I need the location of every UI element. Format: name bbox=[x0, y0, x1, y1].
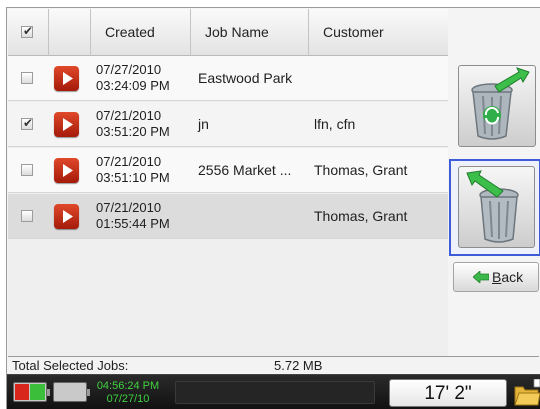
job-manager-window: ✔ Created Job Name Customer 07/27/2010 0… bbox=[6, 7, 540, 409]
measurement-display[interactable]: 17' 2" bbox=[389, 379, 507, 407]
row-checkbox[interactable] bbox=[21, 164, 33, 176]
job-name-cell: Eastwood Park bbox=[198, 70, 293, 86]
created-date: 07/21/2010 bbox=[96, 200, 162, 215]
created-time: 03:51:20 PM bbox=[96, 124, 170, 139]
play-job-icon[interactable] bbox=[54, 112, 79, 137]
job-name-cell: jn bbox=[198, 116, 209, 132]
header-select-cell: ✔ bbox=[8, 9, 49, 56]
total-selected-label: Total Selected Jobs: bbox=[12, 358, 129, 373]
customer-cell: Thomas, Grant bbox=[314, 162, 408, 178]
clock-time: 04:56:24 PM bbox=[96, 380, 160, 392]
row-checkbox[interactable]: ✔ bbox=[21, 116, 33, 130]
delete-job-button[interactable] bbox=[458, 166, 535, 248]
table-header: ✔ Created Job Name Customer bbox=[8, 9, 448, 56]
created-cell: 07/21/2010 03:51:10 PM bbox=[96, 154, 170, 186]
created-date: 07/27/2010 bbox=[96, 62, 162, 77]
back-button-label: Back bbox=[492, 269, 523, 285]
status-bar: 04:56:24 PM 07/27/10 17' 2" bbox=[7, 374, 540, 409]
delete-job-button-focus bbox=[449, 159, 540, 256]
battery-2-icon bbox=[53, 382, 90, 402]
green-left-arrow-icon bbox=[473, 271, 489, 283]
table-row[interactable]: 07/21/2010 01:55:44 PM Thomas, Grant bbox=[8, 194, 448, 239]
back-label-rest: ack bbox=[501, 269, 524, 285]
table-row[interactable]: ✔ 07/21/2010 03:51:20 PM jn lfn, cfn bbox=[8, 102, 448, 147]
created-time: 03:24:09 PM bbox=[96, 78, 170, 93]
clock-date: 07/27/10 bbox=[106, 393, 150, 405]
customer-cell: lfn, cfn bbox=[314, 116, 356, 132]
created-date: 07/21/2010 bbox=[96, 154, 162, 169]
header-created[interactable]: Created bbox=[91, 9, 191, 56]
table-row[interactable]: 07/27/2010 03:24:09 PM Eastwood Park bbox=[8, 56, 448, 101]
select-all-checkbox[interactable]: ✔ bbox=[21, 24, 33, 38]
customer-cell: Thomas, Grant bbox=[314, 208, 408, 224]
battery-1-icon bbox=[13, 382, 50, 402]
created-cell: 07/21/2010 03:51:20 PM bbox=[96, 108, 170, 140]
recycle-bin-restore-icon bbox=[471, 67, 530, 140]
row-checkbox[interactable] bbox=[21, 72, 33, 84]
header-icon-cell bbox=[49, 9, 91, 56]
restore-job-button[interactable] bbox=[458, 65, 536, 147]
back-button[interactable]: Back bbox=[453, 262, 539, 292]
play-job-icon[interactable] bbox=[54, 158, 79, 183]
play-job-icon[interactable] bbox=[54, 204, 79, 229]
folder-icon[interactable] bbox=[514, 379, 540, 407]
job-name-cell: 2556 Market ... bbox=[198, 162, 292, 178]
created-cell: 07/27/2010 03:24:09 PM bbox=[96, 62, 170, 94]
summary-bar: Total Selected Jobs: 5.72 MB bbox=[8, 356, 539, 373]
recycle-bin-empty-icon bbox=[466, 170, 519, 243]
status-slot bbox=[175, 381, 375, 404]
header-job-name[interactable]: Job Name bbox=[191, 9, 309, 56]
play-job-icon[interactable] bbox=[54, 66, 79, 91]
row-checkbox[interactable] bbox=[21, 210, 33, 222]
created-date: 07/21/2010 bbox=[96, 108, 162, 123]
created-cell: 07/21/2010 01:55:44 PM bbox=[96, 200, 170, 232]
back-label-accesskey: B bbox=[492, 269, 502, 285]
total-selected-size: 5.72 MB bbox=[274, 358, 323, 373]
header-customer[interactable]: Customer bbox=[309, 9, 448, 56]
created-time: 03:51:10 PM bbox=[96, 170, 170, 185]
jobs-table: ✔ Created Job Name Customer 07/27/2010 0… bbox=[8, 9, 448, 357]
created-time: 01:55:44 PM bbox=[96, 216, 170, 231]
table-row[interactable]: 07/21/2010 03:51:10 PM 2556 Market ... T… bbox=[8, 148, 448, 193]
clock: 04:56:24 PM 07/27/10 bbox=[91, 380, 165, 406]
